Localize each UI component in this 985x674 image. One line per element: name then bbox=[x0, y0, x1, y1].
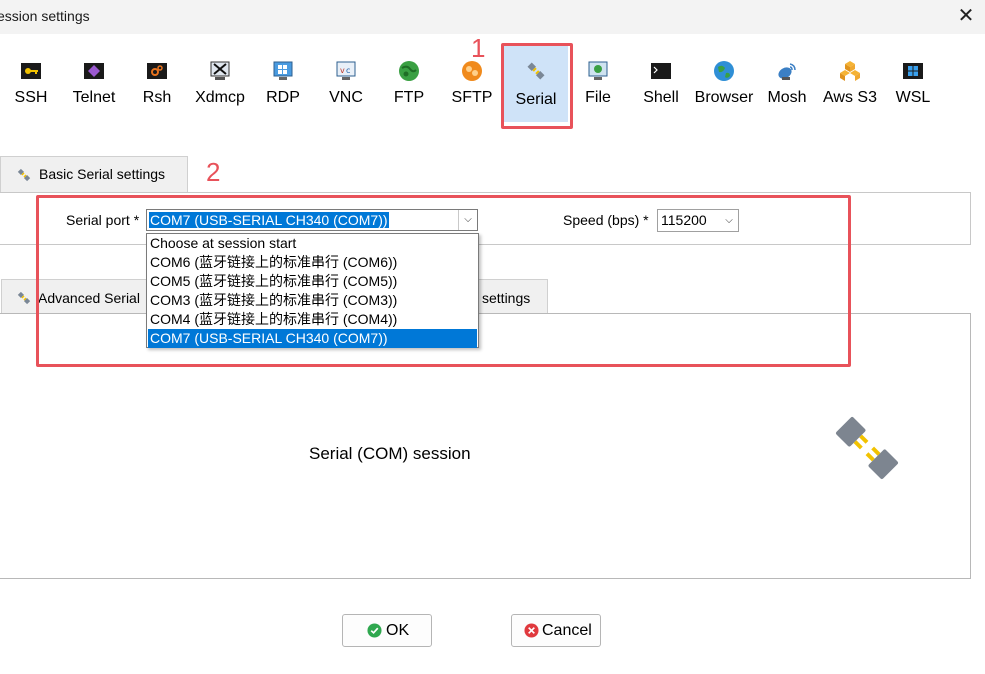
dropdown-option[interactable]: COM3 (蓝牙链接上的标准串行 (COM3)) bbox=[148, 291, 477, 310]
file-monitor-icon bbox=[588, 61, 608, 80]
serial-plug-icon bbox=[527, 62, 545, 80]
serial-plug-icon bbox=[836, 417, 898, 479]
tool-rdp[interactable]: RDP bbox=[252, 44, 314, 122]
ftp-globe-icon bbox=[399, 61, 419, 81]
shell-terminal-icon bbox=[651, 63, 671, 79]
tab-other-settings[interactable]: settings bbox=[476, 279, 548, 314]
check-circle-icon bbox=[367, 623, 382, 638]
svg-text:v: v bbox=[340, 66, 345, 75]
ok-button-label: OK bbox=[386, 622, 410, 639]
tool-rsh[interactable]: Rsh bbox=[126, 44, 188, 122]
sftp-icon bbox=[462, 61, 482, 81]
window-title: ession settings bbox=[0, 8, 90, 24]
rdp-monitor-icon bbox=[273, 61, 293, 80]
session-type-label: Serial (COM) session bbox=[309, 444, 471, 463]
dropdown-option[interactable]: COM4 (蓝牙链接上的标准串行 (COM4)) bbox=[148, 310, 477, 329]
close-icon[interactable]: ✕ bbox=[955, 6, 977, 28]
ok-button[interactable]: OK bbox=[342, 614, 432, 647]
cancel-button[interactable]: Cancel bbox=[511, 614, 601, 647]
speed-label: Speed (bps) * bbox=[563, 212, 649, 228]
cancel-button-label: Cancel bbox=[542, 622, 592, 639]
rsh-icon bbox=[147, 63, 167, 79]
tab-basic-label: Basic Serial settings bbox=[39, 166, 166, 182]
tab-advanced-serial-settings[interactable]: Advanced Serial bbox=[1, 279, 149, 314]
vnc-icon: vc bbox=[336, 61, 356, 80]
speed-select[interactable]: 115200 ⌵ bbox=[657, 209, 739, 232]
mosh-satellite-icon bbox=[778, 63, 796, 80]
tool-wsl[interactable]: WSL bbox=[882, 44, 944, 122]
browser-globe-icon bbox=[714, 61, 734, 81]
serial-plug-icon bbox=[17, 291, 31, 305]
tool-browser[interactable]: Browser bbox=[693, 44, 755, 122]
xdmcp-icon bbox=[210, 61, 230, 80]
session-description-panel bbox=[0, 313, 971, 579]
ssh-key-icon bbox=[21, 63, 41, 79]
dropdown-option[interactable]: COM6 (蓝牙链接上的标准串行 (COM6)) bbox=[148, 253, 477, 272]
tool-ssh[interactable]: SSH bbox=[0, 44, 62, 122]
tab-advanced-label: Advanced Serial bbox=[38, 290, 140, 306]
serial-port-select[interactable]: COM7 (USB-SERIAL CH340 (COM7)) ⌵ bbox=[146, 209, 478, 231]
speed-value: 115200 bbox=[661, 212, 707, 228]
wsl-windows-icon bbox=[903, 63, 923, 79]
tool-wsl-label: WSL bbox=[895, 89, 931, 106]
tool-xdmcp[interactable]: Xdmcp bbox=[189, 44, 251, 122]
tool-mosh[interactable]: Mosh bbox=[756, 44, 818, 122]
tab-basic-serial-settings[interactable]: Basic Serial settings bbox=[0, 156, 188, 193]
chevron-down-icon[interactable]: ⌵ bbox=[722, 210, 736, 231]
tool-telnet[interactable]: Telnet bbox=[63, 44, 125, 122]
serial-plug-icon bbox=[17, 168, 31, 182]
cancel-circle-icon bbox=[524, 623, 539, 638]
tool-aws-s3[interactable]: Aws S3 bbox=[819, 44, 881, 122]
telnet-icon bbox=[84, 63, 104, 79]
serial-port-value: COM7 (USB-SERIAL CH340 (COM7)) bbox=[149, 212, 389, 228]
annotation-marker-1: 1 bbox=[471, 33, 486, 63]
tool-ftp[interactable]: FTP bbox=[378, 44, 440, 122]
tab-other-label: settings bbox=[482, 290, 531, 306]
dropdown-option-selected[interactable]: COM7 (USB-SERIAL CH340 (COM7)) bbox=[148, 329, 477, 348]
svg-text:c: c bbox=[346, 66, 350, 75]
session-type-toolbar: SSH Telnet Rsh Xdmcp RDP vc VNC FTP SFTP… bbox=[0, 44, 985, 124]
tool-file[interactable]: File bbox=[567, 44, 629, 122]
chevron-down-icon[interactable]: ⌵ bbox=[458, 210, 477, 230]
tool-serial[interactable]: Serial bbox=[504, 44, 568, 122]
title-bar: ession settings ✕ bbox=[0, 0, 985, 34]
serial-port-label: Serial port * bbox=[66, 212, 140, 228]
dropdown-option[interactable]: COM5 (蓝牙链接上的标准串行 (COM5)) bbox=[148, 272, 477, 291]
dropdown-option[interactable]: Choose at session start bbox=[148, 234, 477, 253]
tool-shell[interactable]: Shell bbox=[630, 44, 692, 122]
annotation-marker-2: 2 bbox=[206, 157, 221, 187]
serial-port-dropdown: Choose at session start COM6 (蓝牙链接上的标准串行… bbox=[146, 233, 479, 348]
tool-vnc[interactable]: vc VNC bbox=[315, 44, 377, 122]
aws-s3-icon bbox=[840, 61, 860, 81]
